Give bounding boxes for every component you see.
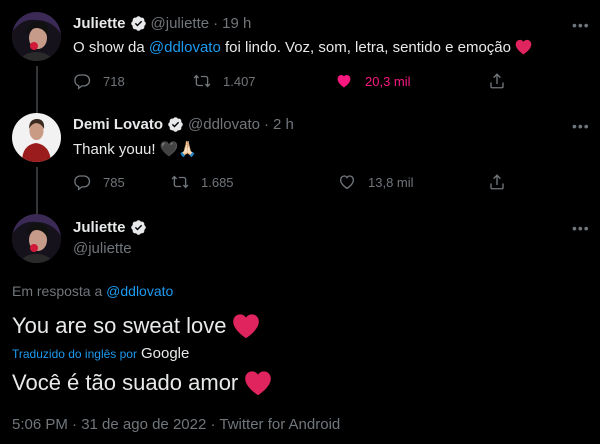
retweet-button[interactable]: 1.685 (171, 173, 234, 191)
heart-emoji-icon (232, 313, 260, 339)
avatar-juliette-image (12, 214, 61, 263)
translated-text: Você é tão suado amor (12, 370, 272, 396)
reply-count: 785 (103, 174, 125, 190)
retweet-icon (171, 173, 189, 191)
retweet-button[interactable]: 1.407 (193, 72, 256, 90)
author-name[interactable]: Demi Lovato (73, 116, 163, 133)
share-button[interactable] (488, 72, 518, 90)
verified-badge-icon (130, 15, 147, 32)
author-handle[interactable]: @ddlovato (188, 116, 260, 133)
reply-button[interactable]: 785 (73, 173, 125, 191)
author-handle[interactable]: @juliette (73, 240, 132, 257)
like-icon (338, 173, 356, 191)
translated-label: Traduzido do inglês por (12, 346, 137, 361)
tweet-text: O show da @ddlovato foi lindo. Voz, som,… (73, 39, 532, 56)
reply-count: 718 (103, 73, 125, 89)
reply-label: Em resposta a (12, 283, 107, 299)
google-logo: Google (140, 345, 190, 362)
separator: · (263, 116, 269, 133)
like-button[interactable]: 13,8 mil (338, 173, 414, 191)
reply-mention-link[interactable]: @ddlovato (106, 283, 173, 299)
like-count: 13,8 mil (368, 174, 414, 190)
retweet-icon (193, 72, 211, 90)
separator: · (213, 15, 219, 32)
heart-emoji-icon (515, 39, 532, 55)
like-button[interactable]: 20,3 mil (335, 72, 411, 90)
reply-button[interactable]: 718 (73, 72, 125, 90)
more-icon[interactable]: ••• (572, 220, 590, 236)
share-icon (488, 72, 506, 90)
tweet-text-part: foi lindo. Voz, som, letra, sentido e em… (220, 39, 511, 56)
retweet-count: 1.407 (223, 73, 256, 89)
author-handle[interactable]: @juliette (151, 15, 210, 32)
more-icon[interactable]: ••• (572, 118, 590, 134)
like-count: 20,3 mil (365, 73, 411, 89)
tweet-text: Thank youu! 🖤🙏🏻 (73, 141, 198, 158)
tweet-time[interactable]: 19 h (222, 15, 251, 32)
reply-icon (73, 173, 91, 191)
tweet-demi[interactable]: Demi Lovato @ddlovato · 2 h ••• Thank yo… (0, 105, 600, 216)
author-name[interactable]: Juliette (73, 219, 126, 236)
mention-link[interactable]: @ddlovato (149, 39, 221, 56)
tweet-juliette[interactable]: Juliette @juliette · 19 h ••• O show da … (0, 0, 600, 113)
avatar-juliette[interactable] (12, 12, 61, 61)
heart-emoji-icon (244, 370, 272, 396)
main-tweet: Juliette @juliette ••• Em resposta a @dd… (0, 210, 600, 444)
avatar-juliette-image (12, 12, 61, 61)
avatar-demi[interactable] (12, 113, 61, 162)
translated-text-content: Você é tão suado amor (12, 370, 239, 395)
translation-attribution[interactable]: Traduzido do inglês por Google (12, 345, 189, 362)
like-icon (335, 72, 353, 90)
reply-context: Em resposta a @ddlovato (12, 283, 173, 299)
verified-badge-icon (167, 116, 184, 133)
tweet-metadata[interactable]: 5:06 PM · 31 de ago de 2022 · Twitter fo… (12, 416, 340, 433)
tweet-text: You are so sweat love (12, 313, 260, 339)
share-icon (488, 173, 506, 191)
avatar-juliette[interactable] (12, 214, 61, 263)
author-name[interactable]: Juliette (73, 15, 126, 32)
avatar-demi-image (12, 113, 61, 162)
retweet-count: 1.685 (201, 174, 234, 190)
more-icon[interactable]: ••• (572, 17, 590, 33)
tweet-text-part: O show da (73, 39, 149, 56)
share-button[interactable] (488, 173, 518, 191)
thread-line (36, 167, 38, 216)
tweet-text-content: You are so sweat love (12, 313, 227, 338)
verified-badge-icon (130, 219, 147, 236)
reply-icon (73, 72, 91, 90)
tweet-time[interactable]: 2 h (273, 116, 294, 133)
